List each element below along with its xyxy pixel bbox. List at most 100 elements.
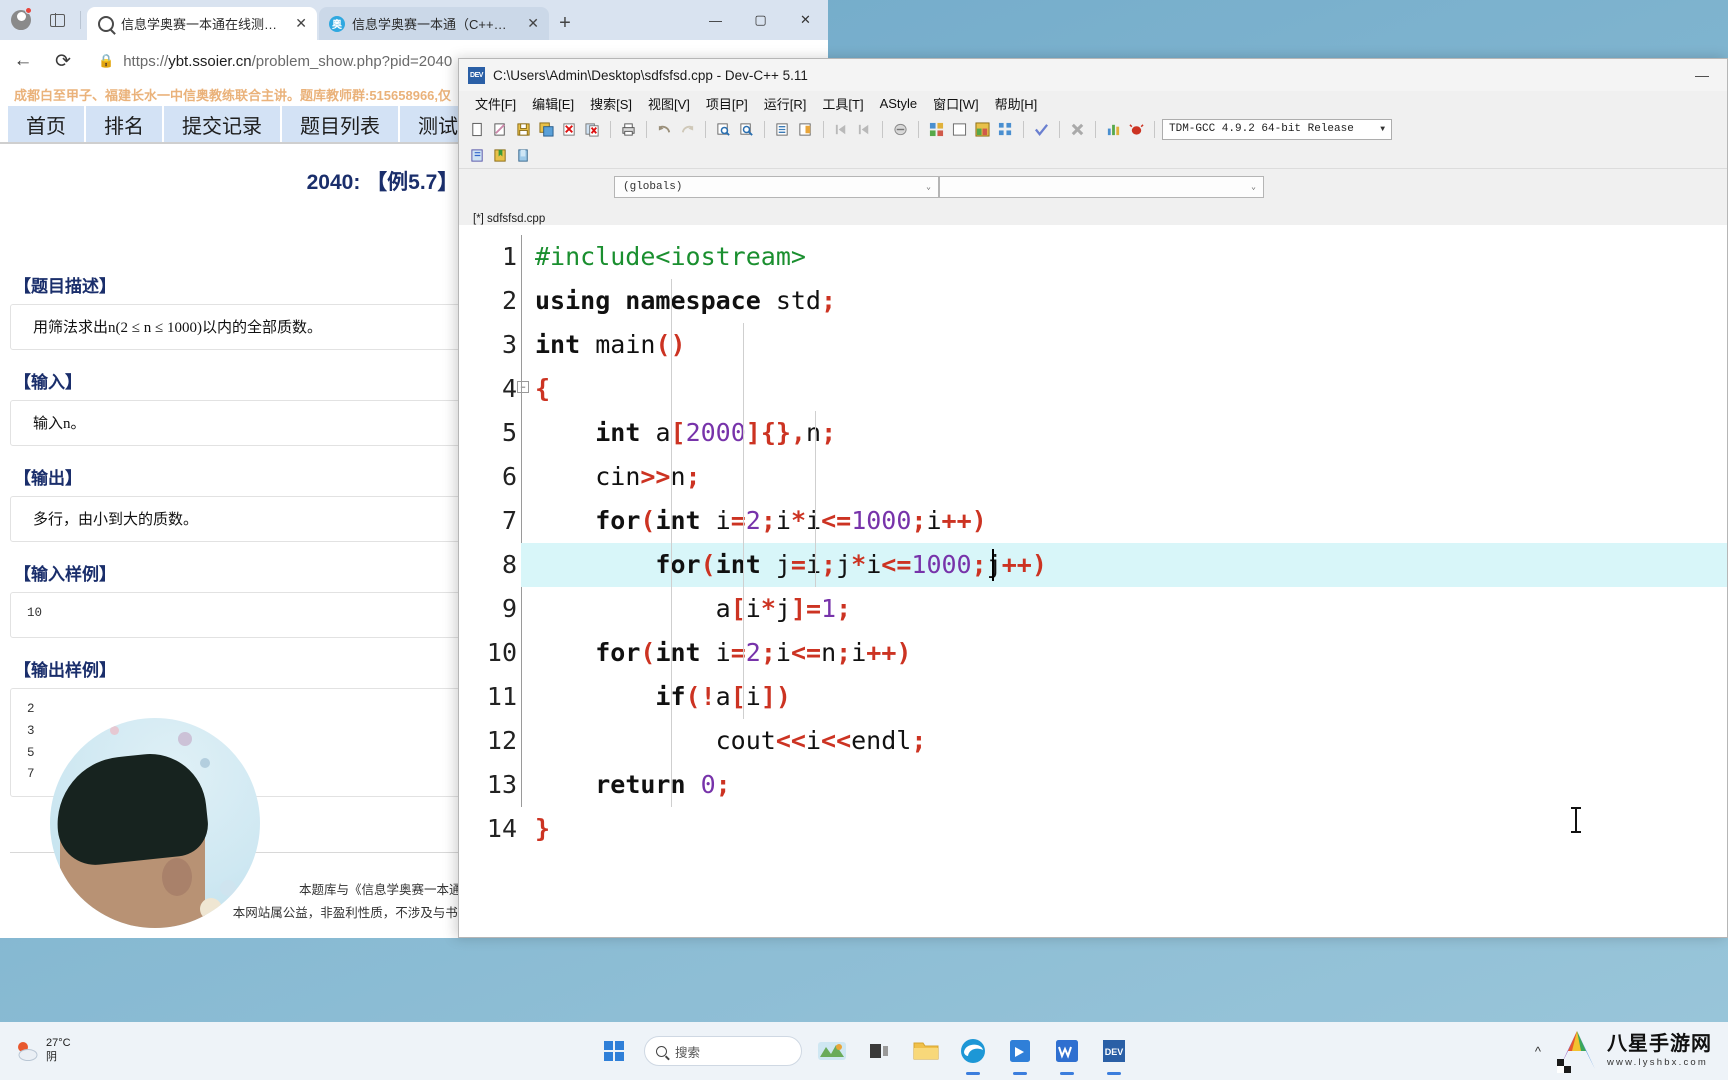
indent-right-icon[interactable] xyxy=(854,119,875,140)
indent-icon[interactable] xyxy=(795,119,816,140)
reload-icon[interactable]: ⟳ xyxy=(48,46,78,76)
comment-icon[interactable] xyxy=(890,119,911,140)
open-file-icon[interactable] xyxy=(490,119,511,140)
code-line-7[interactable]: for(int i=2;i*i<=1000;i++) xyxy=(521,499,1727,543)
save-icon[interactable] xyxy=(513,119,534,140)
devcpp-title-bar[interactable]: DEV C:\Users\Admin\Desktop\sdfsfsd.cpp -… xyxy=(459,59,1727,91)
code-line-6[interactable]: cin>>n; xyxy=(521,455,1727,499)
code-line-2[interactable]: using namespace std; xyxy=(521,279,1727,323)
site-nav-item-problem-list[interactable]: 题目列表 xyxy=(282,106,398,142)
check-syntax-icon[interactable] xyxy=(1031,119,1052,140)
redo-icon[interactable] xyxy=(677,119,698,140)
menu-edit[interactable]: 编辑[E] xyxy=(524,92,582,115)
code-token: cin xyxy=(595,462,641,491)
file-tab-sdfsfsd[interactable]: [*] sdfsfsd.cpp xyxy=(473,213,545,225)
toggle-bookmark-icon[interactable] xyxy=(490,145,511,166)
code-line-12[interactable]: cout<<i<<endl; xyxy=(521,719,1727,763)
search-input[interactable]: 搜索 xyxy=(644,1036,802,1066)
browser-tab-1[interactable]: 奥 信息学奥赛一本通（C++版）在 ✕ xyxy=(319,7,549,40)
compile-run-icon[interactable] xyxy=(972,119,993,140)
profile-avatar-button[interactable] xyxy=(6,5,36,35)
code-line-4[interactable]: { xyxy=(521,367,1727,411)
close-file-icon[interactable] xyxy=(559,119,580,140)
menu-file[interactable]: 文件[F] xyxy=(467,92,524,115)
wps-icon[interactable] xyxy=(1050,1034,1084,1068)
menu-astyle[interactable]: AStyle xyxy=(872,94,926,113)
chevron-up-icon[interactable]: ^ xyxy=(1535,1044,1541,1059)
code-line-5[interactable]: int a[2000]{},n; xyxy=(521,411,1727,455)
browser-tab-0-close-icon[interactable]: ✕ xyxy=(293,15,309,32)
back-icon[interactable]: ← xyxy=(8,46,38,76)
code-token: * xyxy=(760,594,776,623)
print-icon[interactable] xyxy=(618,119,639,140)
profile-icon[interactable] xyxy=(1103,119,1124,140)
store-icon[interactable] xyxy=(1003,1034,1037,1068)
browser-minimize-button[interactable]: — xyxy=(693,0,738,40)
code-line-13[interactable]: return 0; xyxy=(521,763,1727,807)
site-nav-item-ranking[interactable]: 排名 xyxy=(86,106,162,142)
menu-view[interactable]: 视图[V] xyxy=(640,92,698,115)
menu-run[interactable]: 运行[R] xyxy=(756,92,815,115)
code-text-area[interactable]: #include<iostream> using namespace std; in… xyxy=(521,225,1727,937)
menu-window[interactable]: 窗口[W] xyxy=(925,92,987,115)
find-icon[interactable] xyxy=(713,119,734,140)
line-number-7: 7 xyxy=(501,506,517,535)
code-token: 1 xyxy=(821,594,837,623)
new-file-icon[interactable] xyxy=(467,119,488,140)
compile-icon[interactable] xyxy=(926,119,947,140)
site-nav-item-submissions[interactable]: 提交记录 xyxy=(164,106,280,142)
code-token: cout xyxy=(715,726,776,755)
code-line-11[interactable]: if(!a[i]) xyxy=(521,675,1727,719)
weather-widget[interactable]: 27°C 阴 xyxy=(14,1037,71,1065)
devcpp-minimize-button[interactable]: — xyxy=(1685,65,1719,85)
find-next-icon[interactable] xyxy=(736,119,757,140)
code-token: ++ xyxy=(1001,550,1032,579)
code-token: ]= xyxy=(790,594,822,623)
rebuild-icon[interactable] xyxy=(995,119,1016,140)
goto-bookmark-icon[interactable] xyxy=(513,145,534,166)
code-line-1[interactable]: #include<iostream> xyxy=(521,235,1727,279)
code-line-3[interactable]: int main() xyxy=(521,323,1727,367)
widgets-icon[interactable] xyxy=(815,1034,849,1068)
menu-project[interactable]: 项目[P] xyxy=(698,92,756,115)
code-line-10[interactable]: for(int i=2;i<=n;i++) xyxy=(521,631,1727,675)
menu-search[interactable]: 搜索[S] xyxy=(582,92,640,115)
code-line-14[interactable]: } xyxy=(521,807,1727,851)
taskview-icon[interactable] xyxy=(862,1034,896,1068)
chevron-down-icon: ⌄ xyxy=(926,183,931,192)
save-all-icon[interactable] xyxy=(536,119,557,140)
insert-icon[interactable] xyxy=(467,145,488,166)
devcpp-icon[interactable]: DEV xyxy=(1097,1034,1131,1068)
close-all-icon[interactable] xyxy=(582,119,603,140)
run-icon[interactable] xyxy=(949,119,970,140)
site-nav-item-home[interactable]: 首页 xyxy=(8,106,84,142)
code-token: return xyxy=(595,770,701,799)
browser-maximize-button[interactable]: ▢ xyxy=(738,0,783,40)
compiler-select[interactable]: TDM-GCC 4.9.2 64-bit Release ▼ xyxy=(1162,118,1392,140)
start-icon[interactable] xyxy=(597,1034,631,1068)
browser-close-button[interactable]: ✕ xyxy=(783,0,828,40)
new-tab-button[interactable]: + xyxy=(551,9,579,37)
debug-icon[interactable] xyxy=(1126,119,1147,140)
goto-line-icon[interactable] xyxy=(772,119,793,140)
menu-tools[interactable]: 工具[T] xyxy=(814,92,871,115)
stop-icon[interactable] xyxy=(1067,119,1088,140)
symbol-select[interactable]: ⌄ xyxy=(939,176,1264,198)
scope-select[interactable]: (globals) ⌄ xyxy=(614,176,939,198)
code-line-9[interactable]: a[i*j]=1; xyxy=(521,587,1727,631)
code-line-8[interactable]: for(int j=i;j*i<=1000;j++) xyxy=(521,543,1727,587)
search-icon xyxy=(656,1045,667,1057)
code-token: i xyxy=(866,550,882,579)
browser-tab-0[interactable]: 信息学奥赛一本通在线测评系统 ✕ xyxy=(87,7,317,40)
unindent-icon[interactable] xyxy=(831,119,852,140)
search-icon xyxy=(98,15,114,32)
menu-help[interactable]: 帮助[H] xyxy=(987,92,1046,115)
edge-icon[interactable] xyxy=(956,1034,990,1068)
file-explorer-icon[interactable] xyxy=(909,1034,943,1068)
browser-tab-1-close-icon[interactable]: ✕ xyxy=(525,15,541,32)
tab-list-icon[interactable] xyxy=(42,5,72,35)
code-editor[interactable]: 1 2 3 4−5 6 7 8 9 10 11 12 13 14 #include<iostream> u… xyxy=(459,225,1727,937)
undo-icon[interactable] xyxy=(654,119,675,140)
code-token: endl xyxy=(851,726,912,755)
watermark-title: 八星手游网 xyxy=(1607,1033,1712,1056)
